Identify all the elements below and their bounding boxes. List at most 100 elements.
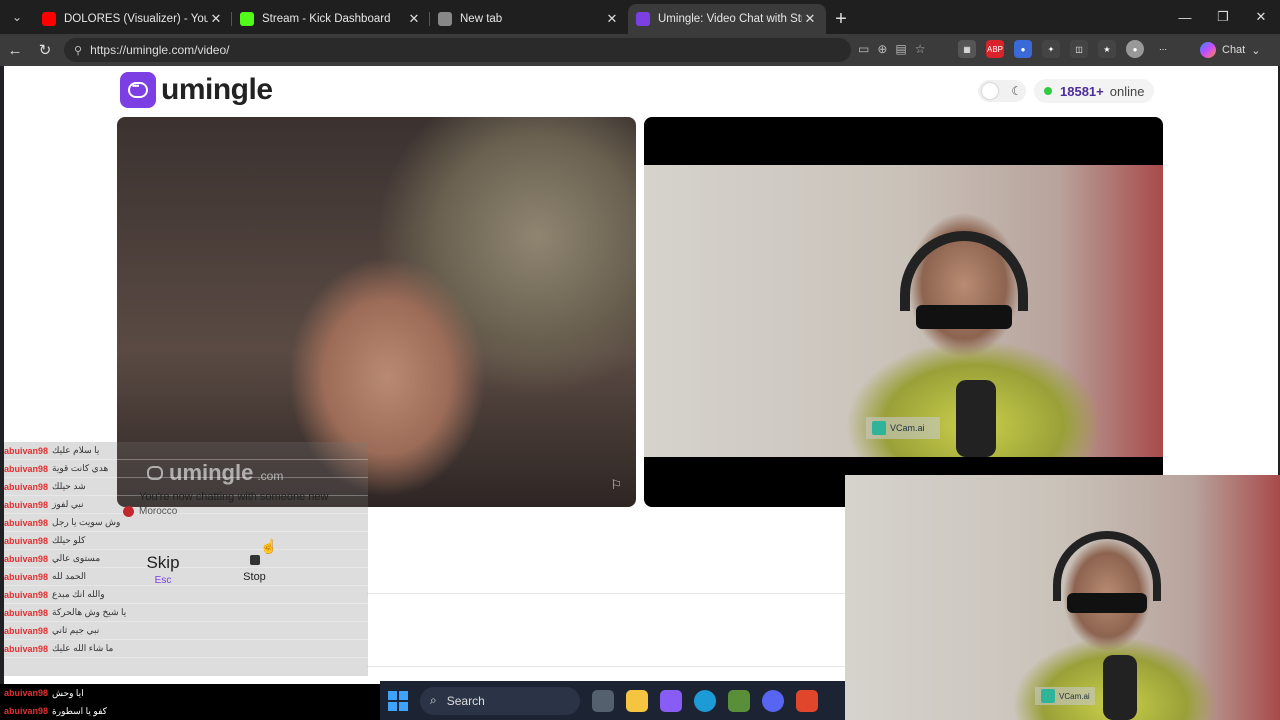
tab-umingle[interactable]: Umingle: Video Chat with Stra ✕ xyxy=(628,4,826,34)
tab-title: DOLORES (Visualizer) - YouTube xyxy=(64,13,208,25)
close-window-icon[interactable]: ✕ xyxy=(1242,0,1280,34)
webcam-feed: VCam.ai xyxy=(644,165,1163,457)
close-icon[interactable]: ✕ xyxy=(208,11,224,27)
chat-message: الحمد لله xyxy=(52,571,87,581)
chat-username: abuivan98 xyxy=(4,535,49,546)
copilot-chat-button[interactable]: Chat ⌄ xyxy=(1200,39,1260,61)
taskbar-search[interactable]: ⌕ Search xyxy=(420,686,580,715)
chat-message: وش سويت يا رجل xyxy=(52,517,121,527)
windows-start-icon[interactable] xyxy=(388,690,408,711)
chat-username: abuivan98 xyxy=(4,607,49,618)
reader-icon[interactable]: ▤ xyxy=(895,42,906,56)
maximize-icon[interactable]: ❐ xyxy=(1204,0,1242,34)
mouse-pointer-icon: ☝ xyxy=(260,538,278,554)
chat-row: abuivan98 نبي جيم ثاني xyxy=(4,622,368,640)
headset xyxy=(900,231,1028,311)
stop-icon xyxy=(249,555,260,565)
chat-message: نبي لفوز xyxy=(52,499,84,509)
brave-icon[interactable] xyxy=(796,689,818,712)
favorites-icon[interactable]: ★ xyxy=(1098,40,1116,58)
chat-message: يا شيخ وش هالحركة xyxy=(52,607,127,617)
skip-shortcut: Esc xyxy=(154,574,172,586)
microphone xyxy=(1103,655,1137,720)
skip-button[interactable]: Skip Esc xyxy=(113,540,213,598)
country-name: Morocco xyxy=(139,506,178,517)
umingle-icon xyxy=(636,12,650,26)
edge-icon[interactable] xyxy=(694,689,716,712)
url-input[interactable]: ⚲ https://umingle.com/video/ xyxy=(64,38,851,62)
vcam-label: VCam.ai xyxy=(1059,691,1090,701)
vcam-label: VCam.ai xyxy=(890,423,925,433)
minecraft-icon[interactable] xyxy=(728,689,750,712)
tab-title: New tab xyxy=(460,13,503,25)
chat-message: يا سلام عليك xyxy=(52,445,100,455)
puzzle-icon[interactable]: ✦ xyxy=(1042,40,1060,58)
chat-input-divider xyxy=(367,666,845,667)
copilot-app-icon[interactable] xyxy=(660,689,682,712)
copilot-icon xyxy=(1200,42,1216,58)
chat-row: abuivan98 ما شاء الله عليك xyxy=(4,640,368,658)
toggle-knob xyxy=(982,83,998,99)
discord-icon[interactable] xyxy=(762,689,784,712)
skip-label: Skip xyxy=(146,552,180,572)
chat-message: هدي كانت قوية xyxy=(52,463,109,473)
dark-mode-toggle[interactable]: ☾ xyxy=(978,80,1026,102)
chat-message: كلو حيلك xyxy=(52,535,86,545)
stop-button[interactable]: Stop xyxy=(217,540,292,598)
chat-message: ايا وحش xyxy=(52,687,84,698)
online-count: 18581+ xyxy=(1060,83,1104,99)
windows-taskbar: ⌕ Search xyxy=(380,681,845,720)
file-explorer-icon[interactable] xyxy=(626,689,648,712)
tab-list-chevron-icon[interactable]: ⌄ xyxy=(0,0,34,34)
favorite-star-icon[interactable]: ☆ xyxy=(915,42,926,56)
reload-icon[interactable]: ↻ xyxy=(30,41,60,59)
online-dot-icon xyxy=(1044,87,1052,95)
grid-extension-icon[interactable]: ▦ xyxy=(958,40,976,58)
chat-message: نبي جيم ثاني xyxy=(52,625,100,635)
chat-username: abuivan98 xyxy=(4,589,49,600)
tab-kick[interactable]: Stream - Kick Dashboard ✕ xyxy=(232,4,430,34)
stream-chat-bottom: abuivan98 ايا وحش abuivan98 كفو يا اسطورة xyxy=(0,684,380,720)
site-info-icon[interactable]: ⚲ xyxy=(74,44,82,57)
back-icon[interactable]: ← xyxy=(0,42,30,59)
page-icon xyxy=(438,12,452,26)
tab-youtube[interactable]: DOLORES (Visualizer) - YouTube ✕ xyxy=(34,4,232,34)
profile-avatar[interactable]: ● xyxy=(1126,40,1144,58)
tab-title: Umingle: Video Chat with Stra xyxy=(658,13,802,25)
online-counter: 18581+ online xyxy=(1034,79,1155,103)
chat-username: abuivan98 xyxy=(4,625,49,636)
new-tab-button[interactable]: + xyxy=(826,4,856,34)
stop-label: Stop xyxy=(243,571,266,583)
more-menu-icon[interactable]: ⋯ xyxy=(1154,40,1172,58)
chat-username: abuivan98 xyxy=(4,463,49,474)
split-screen-icon[interactable]: ◫ xyxy=(1070,40,1088,58)
close-icon[interactable]: ✕ xyxy=(406,11,422,27)
umingle-logo[interactable]: umingle xyxy=(120,72,273,108)
task-view-icon[interactable] xyxy=(592,689,614,712)
online-label: online xyxy=(1109,83,1145,99)
close-icon[interactable]: ✕ xyxy=(802,11,818,27)
chat-row: abuivan98 ايا وحش xyxy=(0,684,380,702)
chrome-extension-icon[interactable]: ● xyxy=(1014,40,1032,58)
chat-username: abuivan98 xyxy=(4,499,49,510)
tab-new[interactable]: New tab ✕ xyxy=(430,4,628,34)
report-flag-icon[interactable]: ⚐ xyxy=(610,477,622,493)
minimize-icon[interactable]: — xyxy=(1166,0,1204,34)
logo-text: umingle xyxy=(161,73,273,106)
browser-tab-bar: ⌄ DOLORES (Visualizer) - YouTube ✕ Strea… xyxy=(0,0,1280,34)
chat-username: abuivan98 xyxy=(4,706,49,716)
chat-username: abuivan98 xyxy=(4,445,49,456)
chat-username: abuivan98 xyxy=(4,517,49,528)
system-message: You're now chatting with someone new xyxy=(139,491,329,503)
chat-bubble-icon xyxy=(120,72,156,108)
adblock-icon[interactable]: ABP xyxy=(986,40,1004,58)
chat-message: ما شاء الله عليك xyxy=(52,643,114,653)
youtube-icon xyxy=(42,12,56,26)
camera-icon[interactable]: ▭ xyxy=(858,42,869,56)
address-bar-row: ← ↻ ⚲ https://umingle.com/video/ ▭ ⊕ ▤ ☆… xyxy=(0,34,1280,66)
chat-divider xyxy=(367,593,845,594)
close-icon[interactable]: ✕ xyxy=(604,11,620,27)
morocco-flag-icon xyxy=(123,506,134,517)
zoom-icon[interactable]: ⊕ xyxy=(877,42,887,56)
kick-icon xyxy=(240,12,254,26)
